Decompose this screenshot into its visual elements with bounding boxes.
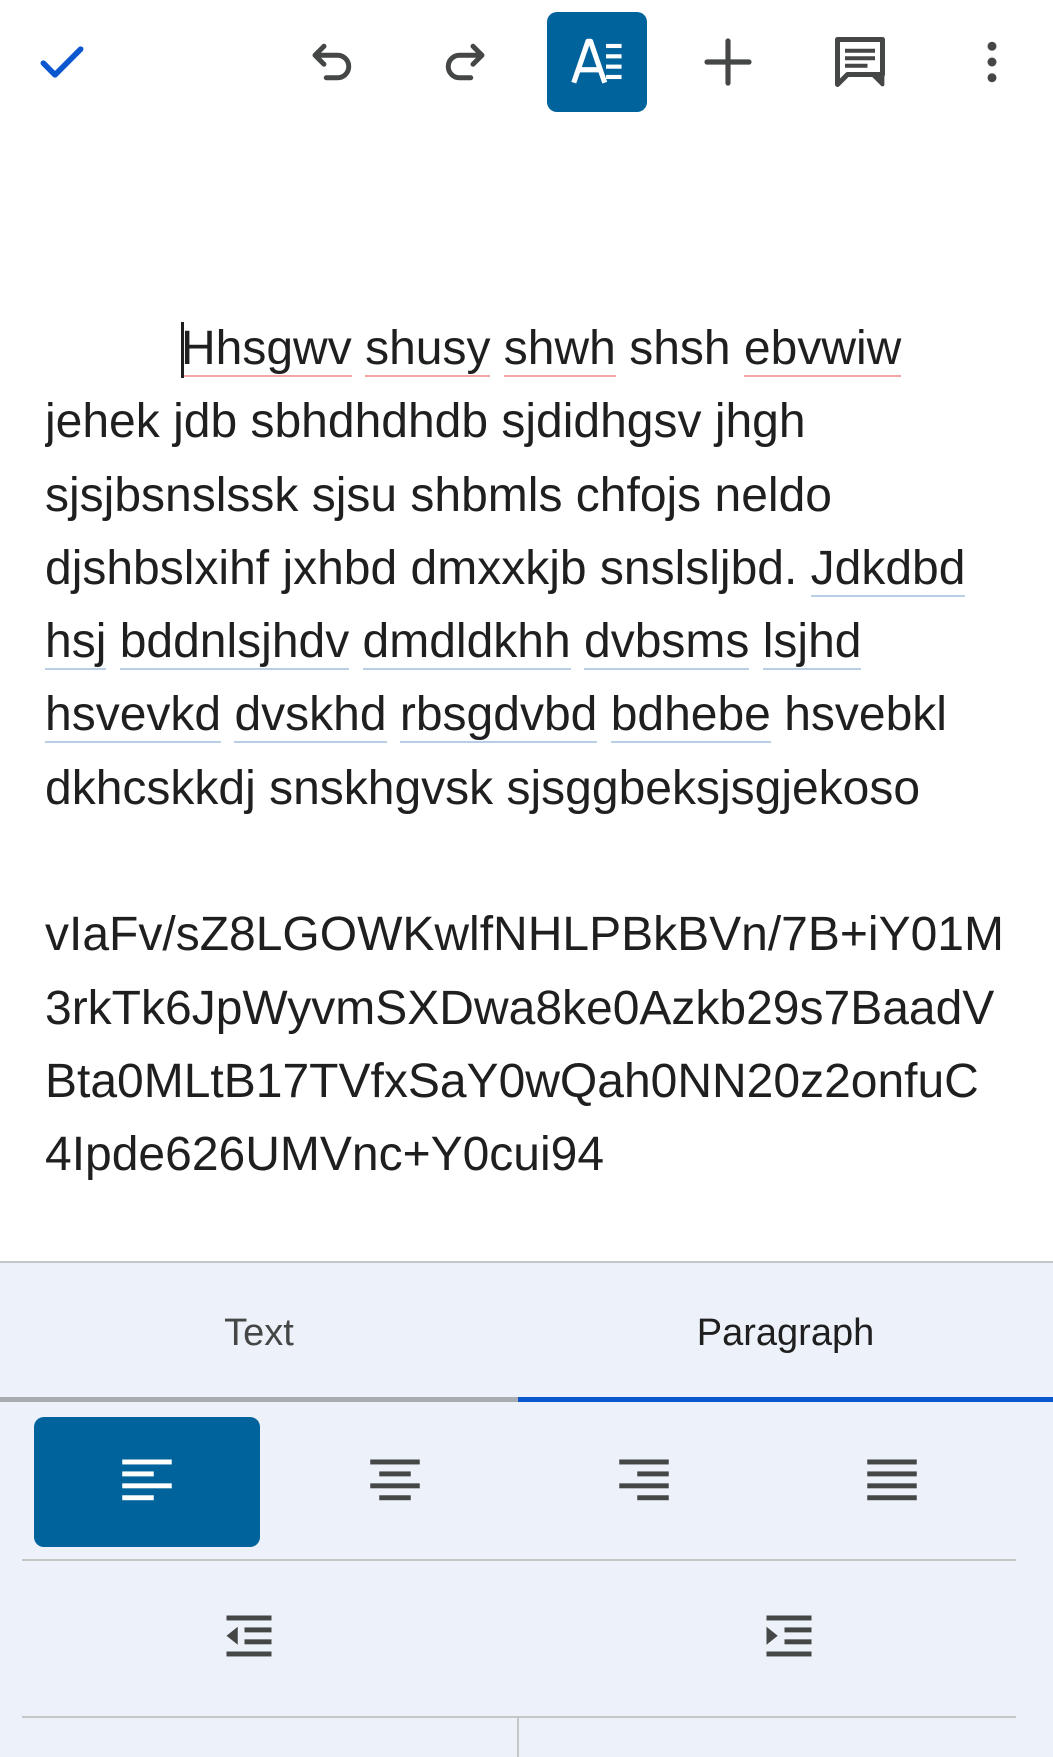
align-right-button[interactable] [531,1417,757,1547]
text-format-button[interactable] [547,12,647,112]
insert-button[interactable] [678,12,778,112]
panel-divider [22,1559,1016,1561]
align-right-icon [619,1459,669,1501]
text-run: jehek jdb sbhdhdhdb sjdidhgsv jhgh sjsjb… [45,395,832,595]
tab-paragraph[interactable]: Paragraph [518,1263,1053,1403]
tab-text[interactable]: Text [0,1263,518,1403]
top-toolbar [0,0,1053,128]
misspelled-word[interactable]: Hhsgwv [181,322,352,377]
grammar-word[interactable]: dvskhd [234,688,387,744]
done-button[interactable] [12,12,112,112]
panel-divider-vertical [517,1718,519,1757]
redo-button[interactable] [414,12,514,112]
grammar-word[interactable]: dvbsms [584,615,750,671]
align-center-button[interactable] [282,1417,508,1547]
document-paragraph-code[interactable]: vIaFv/sZ8LGOWKwlfNHLPBkBVn/7B+iY01M3rkTk… [45,898,1005,1191]
grammar-word[interactable]: lsjhd [762,615,862,671]
panel-divider [22,1716,1016,1718]
text-cursor [181,322,184,378]
comment-button[interactable] [810,12,910,112]
misspelled-word[interactable]: shwh [503,322,616,377]
document-body[interactable]: Hhsgwv shusy shwh shsh ebvwiw jehek jdb … [45,312,1005,1260]
document-paragraph[interactable]: Hhsgwv shusy shwh shsh ebvwiw jehek jdb … [45,312,1005,825]
indent-increase-icon [766,1615,812,1657]
grammar-word[interactable]: hsvevkd [45,688,222,744]
decrease-indent-button[interactable] [124,1573,374,1703]
undo-button[interactable] [283,12,383,112]
tab-indicator-inactive [0,1397,518,1402]
comment-icon [835,37,885,87]
format-tabs: Text Paragraph [0,1263,1053,1403]
text-format-icon [571,38,622,84]
misspelled-word[interactable]: ebvwiw [743,322,902,377]
redo-icon [445,43,485,81]
align-center-icon [370,1459,420,1501]
more-vert-icon [987,41,997,83]
grammar-word[interactable]: bdhebe [610,688,771,744]
undo-icon [312,43,352,81]
align-justify-button[interactable] [779,1417,1005,1547]
check-icon [40,46,84,78]
text-run: shsh [615,322,744,375]
grammar-word[interactable]: dmdldkhh [362,615,571,671]
grammar-word[interactable]: rbsgdvbd [399,688,598,744]
grammar-word[interactable]: hsj [45,615,107,671]
align-justify-icon [867,1459,917,1501]
align-left-icon [122,1459,172,1501]
alignment-row [0,1403,1053,1561]
more-options-button[interactable] [942,12,1042,112]
increase-indent-button[interactable] [664,1573,914,1703]
format-panel: Text Paragraph [0,1261,1053,1757]
empty-line [45,825,1005,898]
grammar-word[interactable]: Jdkdbd [810,541,966,597]
add-icon [704,38,752,86]
tab-indicator-active [518,1397,1053,1402]
grammar-word[interactable]: bddnlsjhdv [119,615,350,671]
align-left-button[interactable] [34,1417,260,1547]
indent-row [0,1563,1053,1717]
misspelled-word[interactable]: shusy [365,322,491,377]
indent-decrease-icon [226,1615,272,1657]
